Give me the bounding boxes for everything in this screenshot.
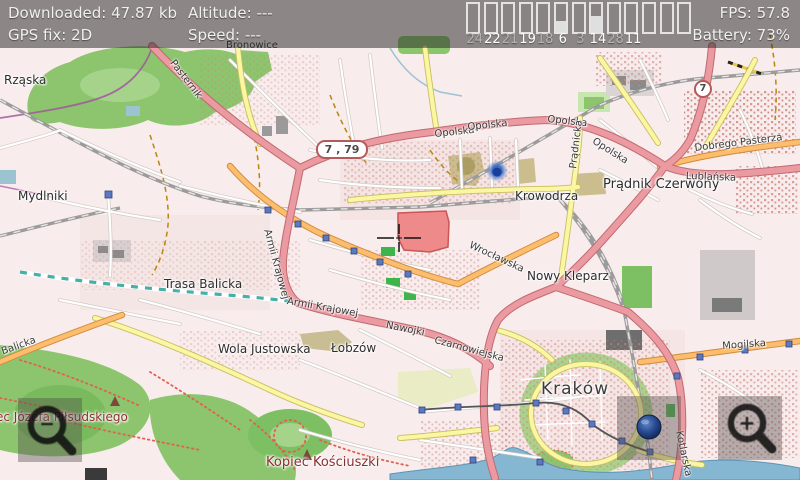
position-marker-icon: [617, 396, 681, 460]
battery-status: Battery: 73%: [692, 26, 790, 44]
gps-map-app: BronowiceRząskaMydlnikiKrowodrzaPrądnik …: [0, 0, 800, 480]
zoom-out-button[interactable]: −: [18, 398, 82, 462]
tile-indicator: [536, 2, 550, 34]
status-bar: Downloaded: 47.87 kb GPS fix: 2D Altitud…: [0, 0, 800, 48]
tile-indicator: [624, 2, 638, 34]
magnifier-minus-icon: −: [18, 398, 82, 462]
tile-indicator: [572, 2, 586, 34]
tile-queue-number: 24: [466, 32, 484, 47]
tile-queue-number: 19: [519, 32, 537, 47]
svg-text:+: +: [739, 408, 754, 438]
gps-position-marker: [486, 161, 508, 183]
tile-indicator: [519, 2, 533, 34]
tile-indicator: [660, 2, 674, 34]
tile-indicator: [554, 2, 568, 34]
tile-queue-number: 11: [624, 32, 642, 47]
tile-queue-number: 6: [554, 32, 572, 47]
tile-indicator: [677, 2, 691, 34]
tile-indicator: [501, 2, 515, 34]
position-button[interactable]: [617, 396, 681, 460]
tile-download-queue: [466, 2, 695, 34]
road-shield-7: 7: [694, 80, 712, 98]
tile-indicator: [466, 2, 480, 34]
gps-fix-status: GPS fix: 2D: [8, 26, 92, 44]
speed-status: Speed: ---: [188, 26, 261, 44]
downloaded-status: Downloaded: 47.87 kb: [8, 4, 177, 22]
tile-indicator: [484, 2, 498, 34]
tile-queue-number: 21: [501, 32, 519, 47]
tile-queue-number: 18: [536, 32, 554, 47]
svg-text:−: −: [40, 411, 54, 438]
tile-indicator: [642, 2, 656, 34]
tile-queue-number: 22: [484, 32, 502, 47]
altitude-status: Altitude: ---: [188, 4, 273, 22]
tile-indicator: [589, 2, 603, 34]
tile-queue-numbers: 242221191863142811: [466, 32, 642, 47]
tile-queue-number: 3: [572, 32, 590, 47]
tile-fill: [591, 16, 601, 32]
tile-fill: [556, 21, 566, 32]
fps-status: FPS: 57.8: [720, 4, 790, 22]
road-shield-7-79: 7 , 79: [316, 140, 368, 159]
tile-queue-number: 28: [607, 32, 625, 47]
tile-indicator: [607, 2, 621, 34]
magnifier-plus-icon: +: [718, 396, 782, 460]
zoom-in-button[interactable]: +: [718, 396, 782, 460]
tile-queue-number: 14: [589, 32, 607, 47]
